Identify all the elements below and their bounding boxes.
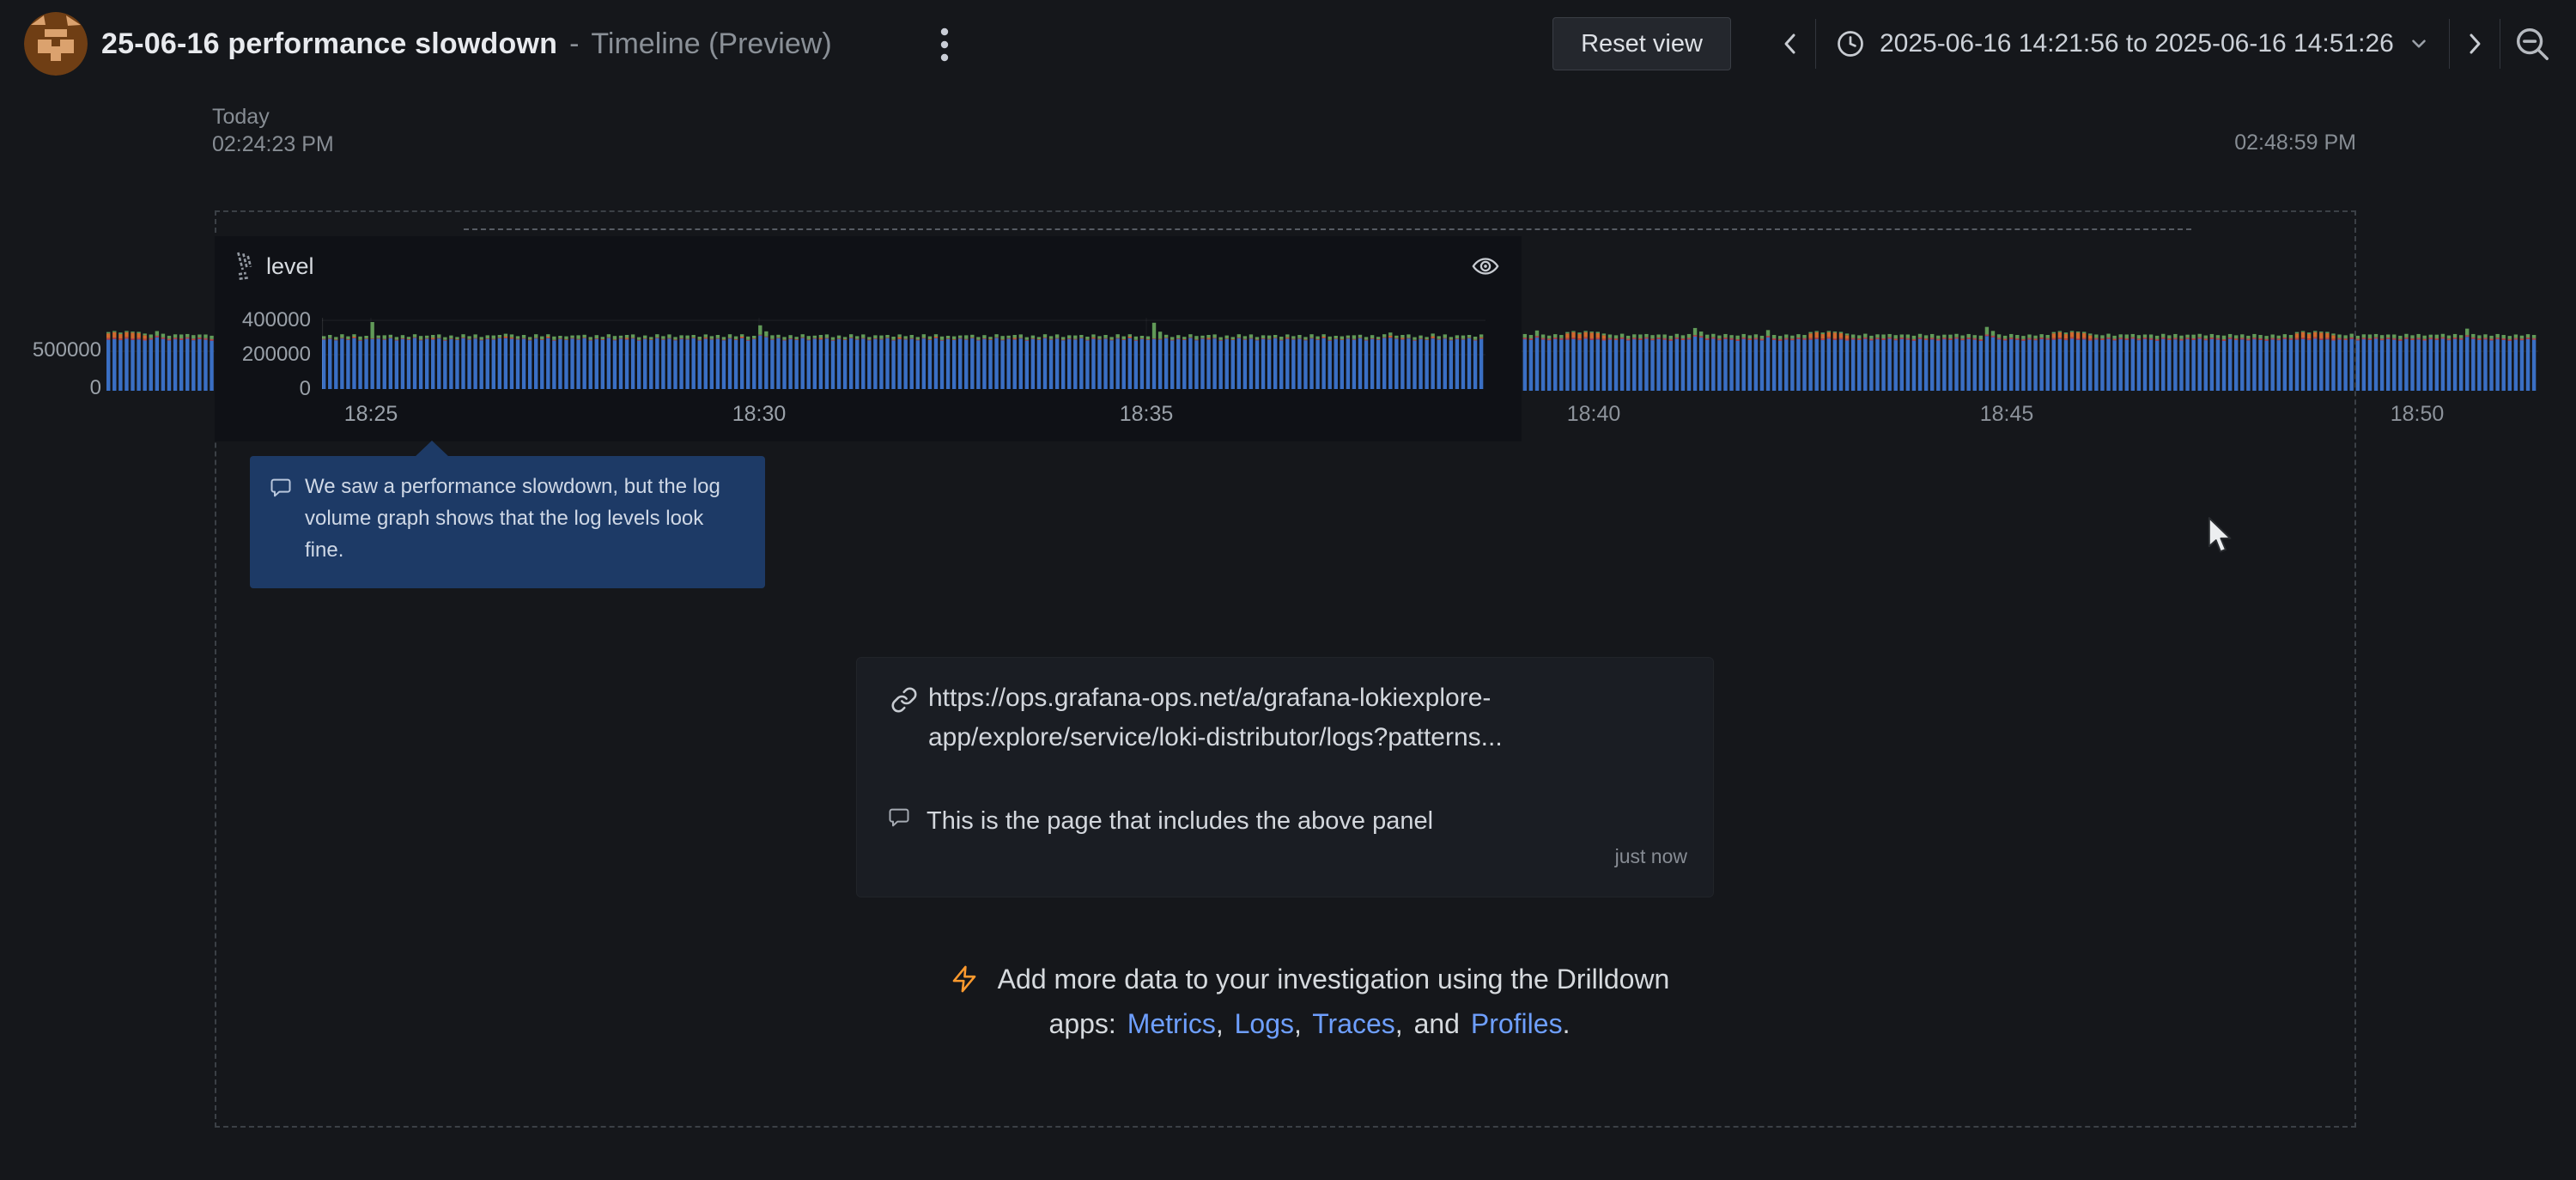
log-volume-detail-chart[interactable]: [322, 314, 1485, 390]
page-subtitle: Timeline (Preview): [591, 27, 831, 61]
bg-y-tick-500000: 500000: [0, 338, 101, 362]
drilldown-link-profiles[interactable]: Profiles: [1471, 1008, 1563, 1039]
zoom-out-time-button[interactable]: [2500, 17, 2564, 70]
bg-x-tick-1850: 18:50: [2361, 402, 2473, 427]
level-panel-header: level: [215, 247, 1522, 285]
drilldown-link-logs[interactable]: Logs: [1235, 1008, 1294, 1039]
top-bar: 25-06-16 performance slowdown - Timeline…: [0, 0, 2576, 88]
reset-view-button[interactable]: Reset view: [1552, 17, 1731, 70]
drilldown-line1: Add more data to your investigation usin…: [816, 960, 1803, 998]
zoom-out-icon: [2512, 24, 2552, 64]
fg-y-tick-0: 0: [208, 377, 311, 401]
mouse-cursor: [2207, 517, 2234, 555]
more-options-button[interactable]: [927, 24, 962, 65]
card-url-link[interactable]: https://ops.grafana-ops.net/a/grafana-lo…: [928, 678, 1684, 757]
time-navigation: 2025-06-16 14:21:56 to 2025-06-16 14:51:…: [1765, 9, 2564, 79]
time-shift-back-button[interactable]: [1765, 17, 1815, 70]
timeline-end-time: 02:48:59 PM: [2167, 131, 2356, 155]
comment-bubble-icon: [887, 806, 911, 830]
drilldown-hint: Add more data to your investigation usin…: [816, 960, 1803, 1043]
fg-x-tick-1830: 18:30: [703, 402, 815, 427]
title-separator: -: [569, 27, 579, 61]
drilldown-link-traces[interactable]: Traces: [1312, 1008, 1395, 1039]
link-note-card[interactable]: https://ops.grafana-ops.net/a/grafana-lo…: [856, 657, 1714, 897]
investigation-timeline-screen: 25-06-16 performance slowdown - Timeline…: [0, 0, 2576, 1180]
chevron-left-icon: [1779, 30, 1801, 58]
chevron-down-icon: [2408, 33, 2430, 55]
fg-x-tick-1825: 18:25: [315, 402, 427, 427]
time-range-value: 2025-06-16 14:21:56 to 2025-06-16 14:51:…: [1880, 29, 2394, 58]
comment-bubble-icon: [269, 476, 293, 500]
pixel-face-icon: [24, 12, 88, 76]
drilldown-apps-line: apps: Metrics, Logs, Traces, and Profile…: [816, 1005, 1803, 1043]
page-title: 25-06-16 performance slowdown: [101, 27, 557, 61]
investigation-avatar: [24, 12, 88, 76]
comment-text: We saw a performance slowdown, but the l…: [305, 471, 734, 566]
time-shift-forward-button[interactable]: [2450, 17, 2500, 70]
card-timestamp: just now: [1615, 845, 1687, 868]
card-url-line1: https://ops.grafana-ops.net/a/grafana-lo…: [928, 684, 1491, 712]
timeline-comment-card[interactable]: We saw a performance slowdown, but the l…: [250, 456, 765, 588]
card-note-text: This is the page that includes the above…: [927, 807, 1665, 836]
chevron-right-icon: [2464, 30, 2486, 58]
panel-title: level: [266, 253, 314, 280]
fg-y-tick-200000: 200000: [208, 343, 311, 367]
time-range-picker[interactable]: 2025-06-16 14:21:56 to 2025-06-16 14:51:…: [1816, 17, 2449, 70]
panel-visibility-button[interactable]: [1470, 249, 1508, 283]
lightning-bolt-icon: [950, 962, 979, 996]
kebab-menu-icon: [939, 23, 950, 66]
bg-y-tick-0: 0: [0, 376, 101, 400]
loki-logo-icon: [230, 250, 258, 283]
fg-x-tick-1835: 18:35: [1091, 402, 1202, 427]
drilldown-link-metrics[interactable]: Metrics: [1127, 1008, 1216, 1039]
clock-icon: [1835, 28, 1866, 59]
timeline-start-time: 02:24:23 PM: [212, 131, 334, 158]
eye-icon: [1470, 252, 1501, 281]
timeline-dashed-line: [464, 228, 2191, 230]
timeline-day-label: Today: [212, 103, 334, 131]
drilldown-text: Add more data to your investigation usin…: [998, 960, 1670, 998]
title-group: 25-06-16 performance slowdown - Timeline…: [101, 0, 832, 88]
card-url-line2: app/explore/service/loki-distributor/log…: [928, 723, 1503, 751]
fg-y-tick-400000: 400000: [208, 308, 311, 332]
link-icon: [890, 686, 918, 714]
timeline-scale: Today 02:24:23 PM 02:48:59 PM: [0, 88, 2576, 182]
timeline-start-label: Today 02:24:23 PM: [212, 103, 334, 158]
